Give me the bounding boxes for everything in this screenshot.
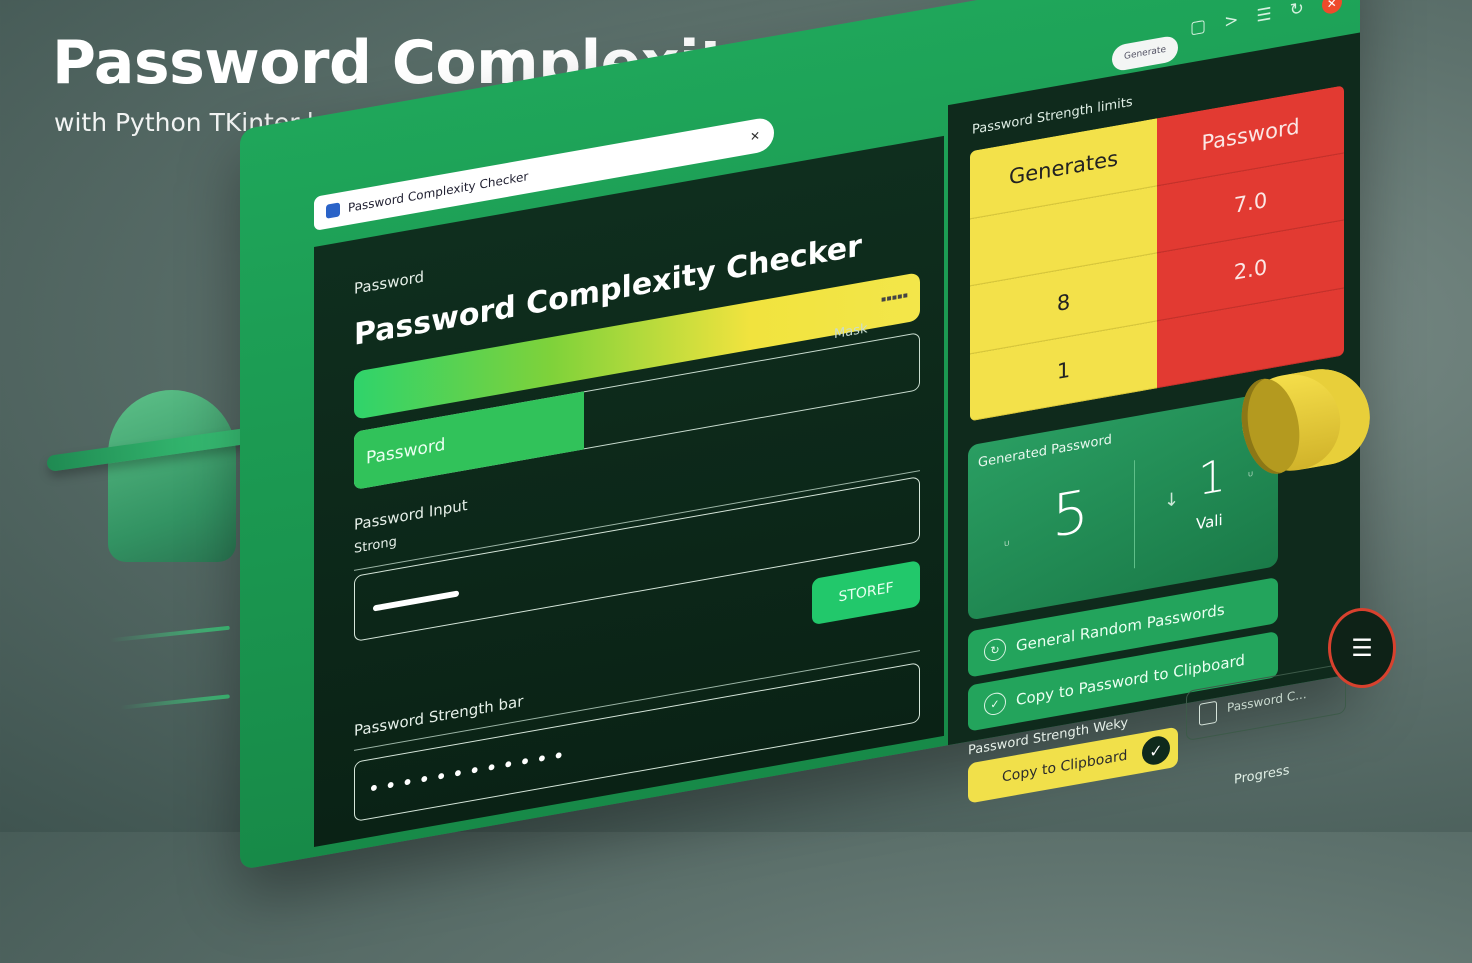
menu-fab-button[interactable]: ☰ xyxy=(1328,608,1396,688)
copy-clipboard-label: Copy to Clipboard xyxy=(1002,747,1128,786)
check-icon: ✓ xyxy=(1142,734,1170,767)
strength-grid: Generates Password 7.0 8 2.0 1 xyxy=(970,85,1344,422)
checkbox[interactable] xyxy=(1199,700,1217,726)
store-button[interactable]: STOREF xyxy=(812,560,920,626)
app-icon xyxy=(326,202,340,219)
hamburger-icon: ☰ xyxy=(1351,634,1373,662)
tab-close-icon[interactable]: ✕ xyxy=(750,128,760,144)
info-icon: ᵁ xyxy=(1004,538,1010,554)
app-window: Password Complexity Checker ✕ Generate ▢… xyxy=(240,0,1360,870)
checkbox-label: Password C... xyxy=(1227,686,1307,715)
refresh-icon[interactable]: ↻ xyxy=(1290,0,1304,21)
password-input-label: Password Input xyxy=(354,495,468,534)
password-label: Password xyxy=(354,267,425,298)
strength-bar-hint: ▪▪▪▪▪ xyxy=(880,290,908,304)
play-icon[interactable]: > xyxy=(1224,10,1238,33)
arrow-down-icon: ↓ xyxy=(1164,488,1180,513)
strong-label: Strong xyxy=(354,534,397,557)
divider xyxy=(1134,460,1135,569)
save-icon[interactable]: ▢ xyxy=(1190,16,1206,39)
progress-label: Progress xyxy=(1234,762,1290,788)
generated-password-title: Generated Password xyxy=(978,432,1112,471)
generated-count: 5 xyxy=(1052,476,1089,551)
valid-label: Vali xyxy=(1196,510,1223,534)
info-icon: ᵁ xyxy=(1248,469,1254,484)
refresh-icon: ↻ xyxy=(984,636,1006,663)
check-icon: ✓ xyxy=(984,690,1006,717)
menu-icon[interactable]: ☰ xyxy=(1256,4,1271,27)
checker-panel: Password Password Complexity Checker ▪▪▪… xyxy=(314,135,944,847)
strength-bar-label: Password Strength bar xyxy=(354,692,524,740)
valid-count: 1 xyxy=(1198,450,1226,507)
input-fill xyxy=(373,590,459,612)
